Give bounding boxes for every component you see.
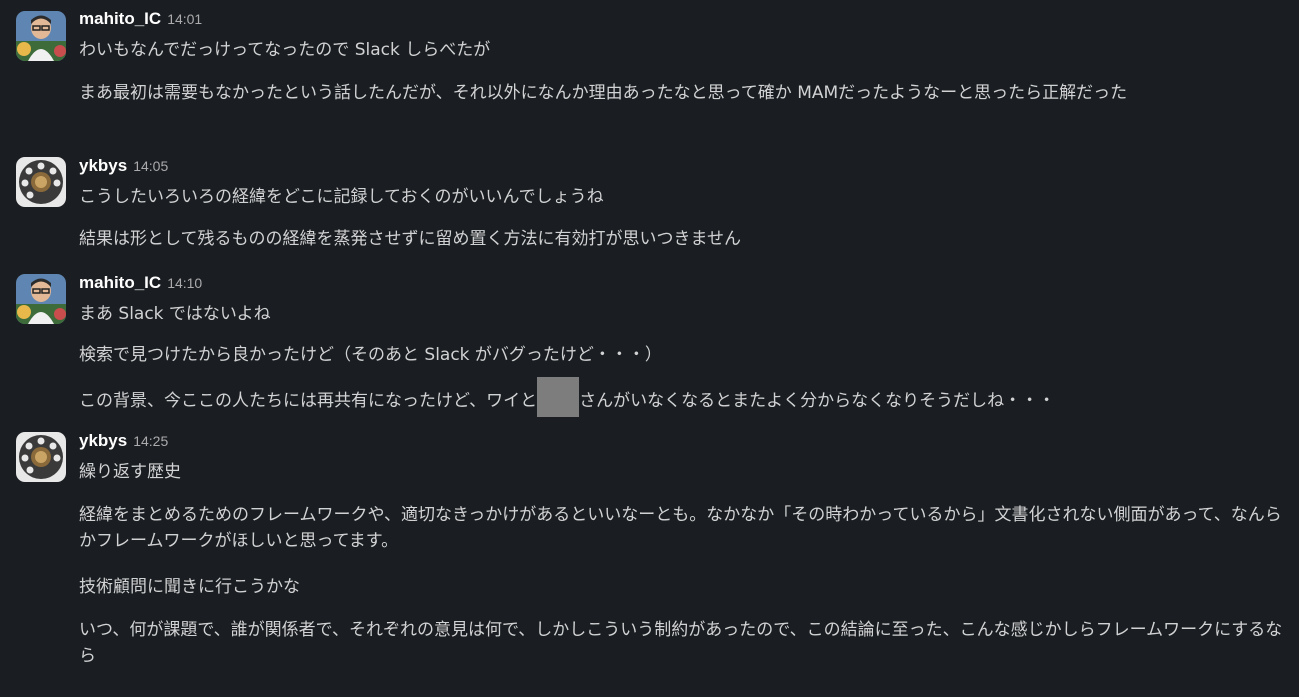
message-list: mahito_IC 14:01 わいもなんでだっけってなったので Slack しら… [0, 0, 1299, 697]
avatar[interactable] [16, 11, 66, 61]
author-name[interactable]: ykbys [79, 431, 127, 450]
message-text: 検索で見つけたから良かったけど（そのあと Slack がバグったけど・・・） [79, 345, 662, 365]
person-photo-icon [16, 274, 66, 324]
timestamp[interactable]: 14:05 [133, 158, 168, 174]
message-text: 技術顧問に聞きに行こうかな [79, 577, 300, 597]
redacted-name-block [537, 377, 580, 417]
avatar[interactable] [16, 157, 66, 207]
message-text: 繰り返す歴史 [79, 462, 181, 482]
avatar[interactable] [16, 432, 66, 482]
message-text: こうしたいろいろの経緯をどこに記録しておくのがいいんでしょうね [79, 187, 604, 207]
timestamp[interactable]: 14:01 [167, 11, 202, 27]
author-name[interactable]: mahito_IC [79, 273, 161, 292]
rotary-dial-icon [16, 157, 66, 207]
person-photo-icon [16, 11, 66, 61]
message-text-segment: さんがいなくなるとまたよく分からなくなりそうだしね・・・ [579, 391, 1056, 411]
message-text: いつ、何が課題で、誰が関係者で、それぞれの意見は何で、しかしこういう制約があった… [79, 620, 1283, 666]
message-text: わいもなんでだっけってなったので Slack しらべたが [79, 40, 491, 60]
message-text: 結果は形として残るものの経緯を蒸発させずに留め置く方法に有効打が思いつきません [79, 229, 741, 249]
message-text: この背景、今ここの人たちには再共有になったけど、ワイと さんがいなくなるとまたよく… [79, 377, 1289, 417]
author-name[interactable]: ykbys [79, 156, 127, 175]
avatar[interactable] [16, 274, 66, 324]
message-text-segment: この背景、今ここの人たちには再共有になったけど、ワイと [79, 391, 538, 411]
message-text: まあ Slack ではないよね [79, 304, 271, 324]
author-name[interactable]: mahito_IC [79, 9, 161, 28]
rotary-dial-icon [16, 432, 66, 482]
message-text: まあ最初は需要もなかったという話したんだが、それ以外になんか理由あったなと思って… [79, 83, 1128, 103]
message-text: 経緯をまとめるためのフレームワークや、適切なきっかけがあるといいなーとも。なかな… [79, 505, 1282, 551]
timestamp[interactable]: 14:25 [133, 433, 168, 449]
timestamp[interactable]: 14:10 [167, 275, 202, 291]
